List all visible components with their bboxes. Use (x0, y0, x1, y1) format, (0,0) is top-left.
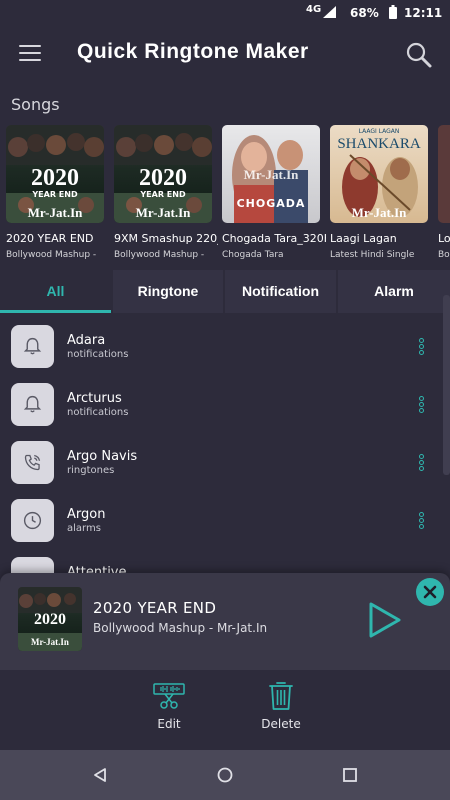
list-item-category: notifications (67, 349, 129, 360)
more-options-icon[interactable] (418, 396, 426, 416)
song-cover: CHOGADA Mr-Jat.In (222, 125, 320, 223)
song-cover: 2020 YEAR END Mr-Jat.In (6, 125, 104, 223)
song-cover: 2020 YEAR END Mr-Jat.In (114, 125, 212, 223)
song-subtitle: Bolly (438, 250, 450, 260)
ringtone-list: Adara notifications Arcturus notificatio… (0, 315, 450, 580)
edit-label: Edit (157, 717, 181, 731)
song-title: Lov (438, 232, 450, 245)
list-item-category: notifications (67, 407, 129, 418)
network-type: 4G (306, 4, 322, 15)
more-options-icon[interactable] (418, 338, 426, 358)
song-subtitle: Bollywood Mashup - (114, 250, 205, 260)
cover-watermark: Mr-Jat.In (31, 637, 69, 647)
cover-subtitle: YEAR END (140, 190, 186, 199)
now-playing-panel: 2020 Mr-Jat.In 2020 YEAR END Bollywood M… (0, 573, 450, 670)
list-item-title: Adara (67, 333, 106, 348)
more-options-icon[interactable] (418, 512, 426, 532)
clock-time: 12:11 (404, 6, 443, 20)
song-card[interactable]: LAAGI LAGAN SHANKARA Mr-Jat.In Laagi Lag… (330, 125, 428, 260)
song-card[interactable]: CHOGADA Mr-Jat.In Chogada Tara_320Kb Cho… (222, 125, 326, 260)
bottom-actions: Edit Delete (0, 670, 450, 750)
list-item-title: Arcturus (67, 391, 122, 406)
now-playing-title: 2020 YEAR END (93, 599, 217, 617)
play-icon[interactable] (365, 600, 405, 640)
clock-icon (11, 499, 54, 542)
list-item[interactable]: Argon alarms (0, 489, 450, 547)
cover-watermark: Mr-Jat.In (351, 205, 407, 220)
tab-all[interactable]: All (0, 270, 111, 313)
song-card[interactable]: Lov Bolly (438, 125, 450, 260)
song-card[interactable]: 2020 YEAR END Mr-Jat.In 2020 YEAR END Bo… (6, 125, 104, 260)
system-nav-bar (0, 750, 450, 800)
list-scrollbar[interactable] (443, 295, 450, 475)
cover-year: 2020 (34, 611, 66, 628)
song-title: 2020 YEAR END (6, 232, 94, 245)
app-bar: Quick Ringtone Maker (0, 25, 450, 85)
list-item-category: ringtones (67, 465, 115, 476)
song-title: 9XM Smashup 220_3 (114, 232, 218, 245)
song-card[interactable]: 2020 YEAR END Mr-Jat.In 9XM Smashup 220_… (114, 125, 218, 260)
cover-year: 2020 (139, 165, 187, 191)
cover-title: CHOGADA (236, 197, 306, 210)
list-item-category: alarms (67, 523, 101, 534)
tab-alarm[interactable]: Alarm (338, 270, 450, 313)
edit-button[interactable]: Edit (139, 678, 199, 731)
signal-icon (323, 6, 336, 21)
status-bar: 4G 68% 12:11 (0, 0, 450, 25)
home-icon[interactable] (217, 767, 233, 787)
list-item-title: Argon (67, 507, 106, 522)
cover-watermark: Mr-Jat.In (135, 205, 191, 220)
battery-percent: 68% (350, 6, 379, 20)
tab-notification[interactable]: Notification (225, 270, 336, 313)
song-title: Laagi Lagan (330, 232, 397, 245)
category-tabs: All Ringtone Notification Alarm (0, 270, 450, 313)
app-title: Quick Ringtone Maker (77, 40, 309, 63)
songs-carousel[interactable]: 2020 YEAR END Mr-Jat.In 2020 YEAR END Bo… (0, 125, 450, 265)
scissors-waveform-icon (153, 683, 185, 709)
list-item-title: Argo Navis (67, 449, 138, 464)
back-icon[interactable] (92, 767, 108, 787)
delete-label: Delete (261, 717, 301, 731)
phone-ringing-icon (11, 441, 54, 484)
song-subtitle: Bollywood Mashup - (6, 250, 97, 260)
bell-icon (11, 325, 54, 368)
song-cover: LAAGI LAGAN SHANKARA Mr-Jat.In (330, 125, 428, 223)
hamburger-menu-icon[interactable] (19, 45, 41, 63)
tab-ringtone[interactable]: Ringtone (113, 270, 223, 313)
search-icon[interactable] (405, 41, 433, 69)
active-tab-indicator (0, 310, 111, 313)
recents-icon[interactable] (342, 767, 358, 787)
song-subtitle: Latest Hindi Single (330, 250, 415, 260)
battery-icon (389, 5, 397, 22)
list-item[interactable]: Arcturus notifications (0, 373, 450, 431)
list-item[interactable]: Argo Navis ringtones (0, 431, 450, 489)
more-options-icon[interactable] (418, 454, 426, 474)
cover-year: 2020 (31, 165, 79, 191)
delete-button[interactable]: Delete (251, 678, 311, 731)
cover-subtitle: YEAR END (32, 190, 78, 199)
cover-subtitle: LAAGI LAGAN (358, 128, 400, 135)
songs-heading: Songs (11, 95, 60, 114)
trash-icon (269, 682, 293, 710)
song-title: Chogada Tara_320Kb (222, 232, 326, 245)
song-subtitle: Chogada Tara (222, 250, 284, 260)
list-item[interactable]: Adara notifications (0, 315, 450, 373)
song-cover (438, 125, 450, 223)
close-icon[interactable] (416, 578, 444, 606)
bell-icon (11, 383, 54, 426)
now-playing-cover: 2020 Mr-Jat.In (18, 587, 82, 651)
now-playing-subtitle: Bollywood Mashup - Mr-Jat.In (93, 621, 268, 635)
cover-title: SHANKARA (337, 136, 421, 152)
cover-watermark: Mr-Jat.In (27, 205, 83, 220)
cover-watermark: Mr-Jat.In (243, 167, 299, 182)
